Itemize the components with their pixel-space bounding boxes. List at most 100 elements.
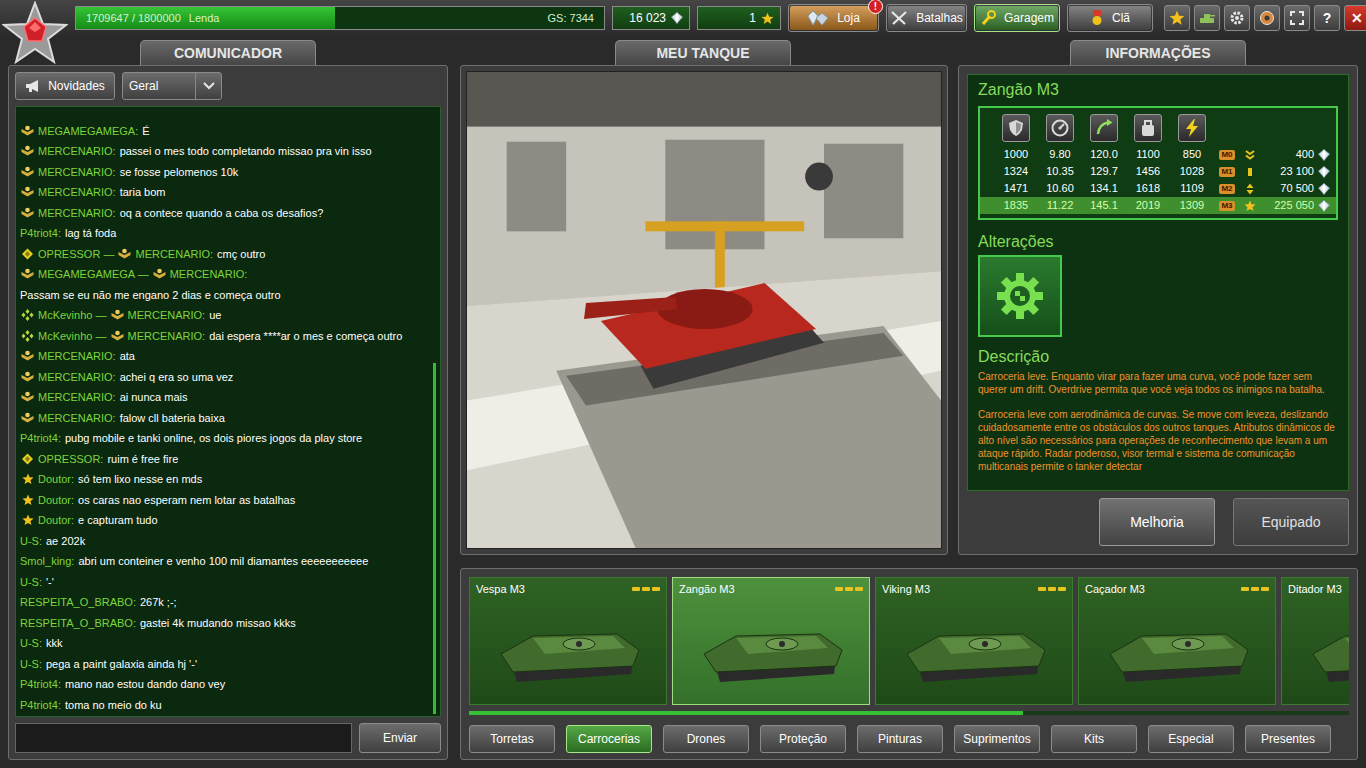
category-tab[interactable]: Especial <box>1148 725 1234 753</box>
chat-scroll-thumb[interactable] <box>433 363 436 714</box>
fullscreen-icon <box>1289 10 1305 26</box>
sender-name[interactable]: Smol_king: <box>20 555 74 567</box>
chat-message: MERCENARIO:ata <box>20 346 426 367</box>
stats-row[interactable]: 132410.35129.714561028M123 100 <box>980 163 1336 180</box>
sender-name[interactable]: P4triot4: <box>20 699 61 711</box>
sender-name[interactable]: MERCENARIO: <box>38 412 116 424</box>
tanks-button[interactable] <box>1194 5 1220 31</box>
sender-name[interactable]: McKevinho — <box>38 309 106 321</box>
sender-name[interactable]: MERCENARIO: <box>38 350 116 362</box>
category-tab[interactable]: Carrocerias <box>566 725 652 753</box>
message-text: kkk <box>46 637 63 649</box>
settings-button[interactable] <box>1224 5 1250 31</box>
channel-dropdown[interactable]: Geral <box>122 72 222 100</box>
category-tab[interactable]: Pinturas <box>857 725 943 753</box>
chat-column: COMUNICADORNovidadesGeralMEGAMEGAMEGA:ÉM… <box>8 40 448 760</box>
send-button[interactable]: Enviar <box>359 723 441 753</box>
upgrade-button[interactable]: Melhoria <box>1099 498 1215 546</box>
category-tab[interactable]: Proteção <box>760 725 846 753</box>
equip-button: Equipado <box>1233 498 1349 546</box>
message-text: lag tá foda <box>65 227 116 239</box>
category-tab[interactable]: Suprimentos <box>954 725 1040 753</box>
nav-button[interactable]: Garagem <box>974 4 1060 32</box>
stats-row[interactable]: 183511.22145.120191309M3225 050 <box>980 197 1336 214</box>
stats-row[interactable]: 147110.60134.116181109M270 500 <box>980 180 1336 197</box>
sender-name[interactable]: MEGAMEGAMEGA — <box>38 268 149 280</box>
nav-button[interactable]: Loja! <box>788 4 879 32</box>
item-card[interactable]: Zangão M3 <box>672 577 870 705</box>
sender-name[interactable]: P4triot4: <box>20 432 61 444</box>
category-tab[interactable]: Presentes <box>1245 725 1331 753</box>
upgrade-marks <box>835 587 863 591</box>
sender-name[interactable]: Doutor: <box>38 494 74 506</box>
description-paragraph: Carroceria leve com aerodinâmica de curv… <box>978 408 1338 473</box>
nav-button[interactable]: Clã <box>1067 4 1153 32</box>
recipient-name[interactable]: MERCENARIO: <box>135 248 213 260</box>
description-paragraph: Carroceria leve. Enquanto virar para faz… <box>978 370 1338 396</box>
carousel-scroll-thumb[interactable] <box>469 711 1023 715</box>
rank-icon <box>152 268 167 280</box>
sender-name[interactable]: U-S: <box>20 637 42 649</box>
sender-name[interactable]: U-S: <box>20 576 42 588</box>
rank-icon <box>20 453 35 465</box>
news-button[interactable]: Novidades <box>15 72 115 100</box>
sender-name[interactable]: McKevinho — <box>38 330 106 342</box>
item-name: Zangão M3 <box>679 583 735 595</box>
sender-name[interactable]: P4triot4: <box>20 678 61 690</box>
megaphone-icon <box>25 79 41 93</box>
sender-name[interactable]: OPRESSOR: <box>38 453 103 465</box>
sender-name[interactable]: MERCENARIO: <box>38 186 116 198</box>
category-tab[interactable]: Torretas <box>469 725 555 753</box>
recipient-name[interactable]: MERCENARIO: <box>128 330 206 342</box>
category-tab[interactable]: Drones <box>663 725 749 753</box>
category-tab[interactable]: Kits <box>1051 725 1137 753</box>
sender-name[interactable]: MERCENARIO: <box>38 207 116 219</box>
sender-name[interactable]: RESPEITA_O_BRABO: <box>20 596 136 608</box>
chat-input-row: Enviar <box>15 723 441 753</box>
chat-scrollbar[interactable] <box>433 109 436 714</box>
sender-name[interactable]: P4triot4: <box>20 227 61 239</box>
alteration-tile[interactable] <box>978 255 1062 337</box>
sender-name[interactable]: MEGAMEGAMEGA: <box>38 125 138 137</box>
sender-name[interactable]: MERCENARIO: <box>38 166 116 178</box>
sender-name[interactable]: U-S: <box>20 658 42 670</box>
item-image <box>882 596 1066 700</box>
item-card[interactable]: Vespa M3 <box>469 577 667 705</box>
nav-button-face: Batalhas <box>888 6 965 30</box>
price: 400 <box>1260 146 1336 163</box>
stats-row[interactable]: 10009.80120.01100850M0400 <box>980 146 1336 163</box>
recipient-name[interactable]: MERCENARIO: <box>128 309 206 321</box>
sender-name[interactable]: Doutor: <box>38 514 74 526</box>
achievements-button[interactable] <box>1164 5 1190 31</box>
fullscreen-button[interactable] <box>1284 5 1310 31</box>
description-label: Descrição <box>978 347 1338 367</box>
help-button[interactable]: ? <box>1314 5 1340 31</box>
recipient-name[interactable]: MERCENARIO: <box>170 268 248 280</box>
nav-button[interactable]: Batalhas <box>886 4 967 32</box>
sound-button[interactable] <box>1254 5 1280 31</box>
sender-name[interactable]: OPRESSOR — <box>38 248 114 260</box>
carousel-scrollbar[interactable] <box>469 711 1349 715</box>
sender-name[interactable]: Doutor: <box>38 473 74 485</box>
game-logo-icon <box>2 1 68 67</box>
item-card[interactable]: Viking M3 <box>875 577 1073 705</box>
stat-value: 1000 <box>994 146 1038 163</box>
sender-name[interactable]: MERCENARIO: <box>38 371 116 383</box>
sender-name[interactable]: MERCENARIO: <box>38 145 116 157</box>
rank-icon <box>20 125 35 137</box>
item-card-header: Vespa M3 <box>476 582 660 596</box>
chat-message: P4triot4: lag tá foda <box>20 223 426 244</box>
garage-panel: Vespa M3 Zangão M3 Viking M3Caçador M3Dita… <box>460 568 1358 760</box>
close-button[interactable]: ✕ <box>1344 5 1366 31</box>
sender-name[interactable]: MERCENARIO: <box>38 391 116 403</box>
item-card[interactable]: Caçador M3 <box>1078 577 1276 705</box>
power-icon <box>1182 118 1202 138</box>
description: Carroceria leve. Enquanto virar para faz… <box>978 370 1338 485</box>
chat-input[interactable] <box>15 723 352 753</box>
rank-icon <box>20 514 35 526</box>
message-text: Passam se eu não me engano 2 dias e come… <box>20 285 426 306</box>
chat-log: MEGAMEGAMEGA:ÉMERCENARIO:passei o mes to… <box>15 106 441 717</box>
sender-name[interactable]: U-S: <box>20 535 42 547</box>
sender-name[interactable]: RESPEITA_O_BRABO: <box>20 617 136 629</box>
item-card[interactable]: Ditador M3 <box>1281 577 1349 705</box>
